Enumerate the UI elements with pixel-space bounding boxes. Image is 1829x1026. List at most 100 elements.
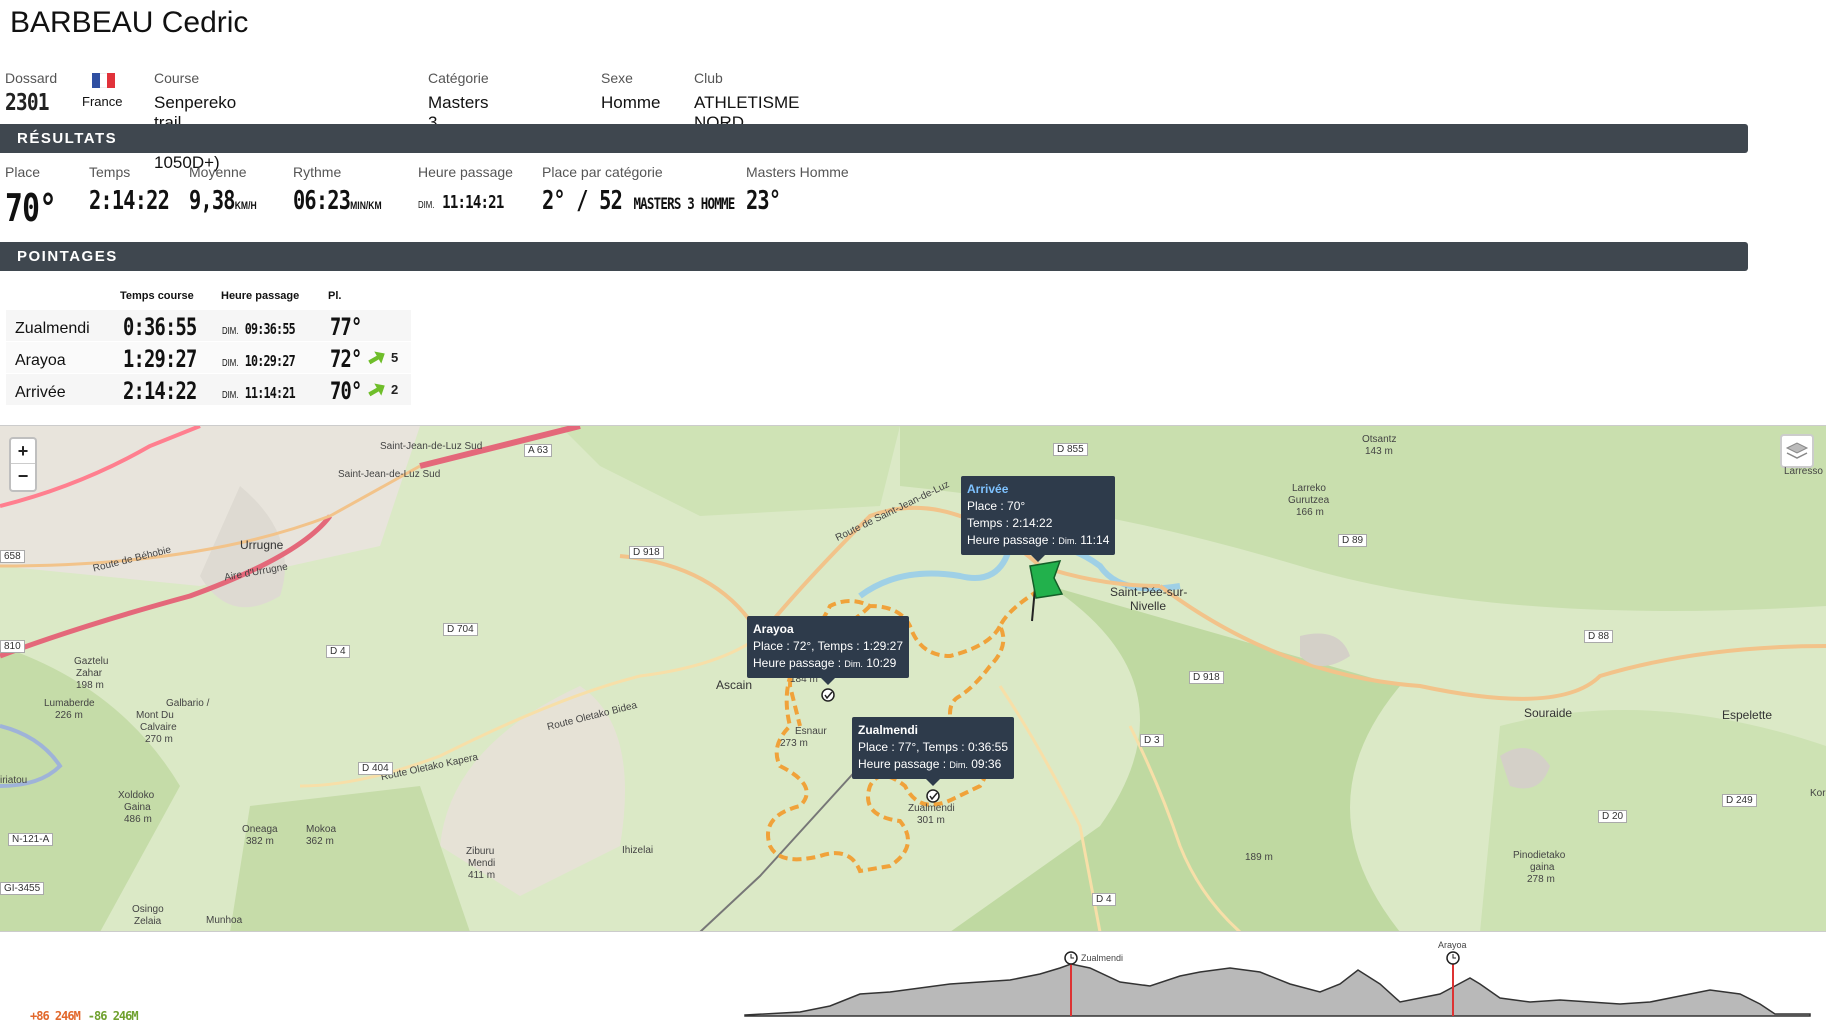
checkpoint-name: Arayoa <box>15 352 66 369</box>
table-row: Zualmendi 0:36:55 DIM. 09:36:55 77° <box>6 310 411 342</box>
map-label: 273 m <box>780 738 808 749</box>
club-label: Club <box>694 70 723 86</box>
tooltip-arrivee: Arrivée Place : 70° Temps : 2:14:22 Heur… <box>961 476 1116 562</box>
tooltip-heure: 11:14 <box>1076 533 1110 547</box>
map-label: Nivelle <box>1130 599 1167 613</box>
rythme-block: Rythme 06:23MIN/KM <box>293 164 407 216</box>
map-label: Calvaire <box>140 722 177 733</box>
profile-checkpoint-label: Arayoa <box>1438 940 1467 950</box>
placecat-suffix: MASTERS 3 HOMME <box>633 194 735 213</box>
athlete-name: BARBEAU Cedric <box>10 6 249 39</box>
resultats-title: RÉSULTATS <box>17 130 118 147</box>
tooltip-day: Dim. <box>1058 536 1077 546</box>
road-tag: D 918 <box>629 546 664 559</box>
map-label: 189 m <box>1245 852 1273 863</box>
map-label: Ziburu <box>466 846 495 857</box>
checkpoint-place: 70° <box>330 377 362 405</box>
profile-checkpoint-label: Zualmendi <box>1081 953 1124 963</box>
road-tag: D 918 <box>1189 671 1224 684</box>
map-label: Esnaur <box>795 726 827 737</box>
course-block: Course Senpereko trail (21.5km 1050D+) <box>154 70 236 173</box>
place-value: 70° <box>5 186 57 230</box>
placecat-value: 2° / 52 <box>542 186 623 216</box>
heure-day: DIM. <box>418 200 435 211</box>
map-label: Mendi <box>468 858 496 869</box>
map-label: 143 m <box>1365 446 1393 457</box>
tooltip-title: Zualmendi <box>858 723 919 737</box>
table-row: Arayoa 1:29:27 DIM. 10:29:27 72° 5 <box>6 342 411 374</box>
arrow-up-icon <box>366 379 389 400</box>
gain-value: 2 <box>391 382 399 397</box>
checkpoint-name: Zualmendi <box>15 320 90 337</box>
layers-button[interactable] <box>1780 434 1814 468</box>
map-label: Osingo <box>132 904 164 915</box>
elevation-gain: +86 246M <box>30 1009 81 1023</box>
road-tag: N-121-A <box>8 833 54 846</box>
map-label: 486 m <box>124 814 152 825</box>
road-tag: D 4 <box>326 645 350 658</box>
checkpoint-place: 77° <box>330 313 362 341</box>
zoom-out-button[interactable]: − <box>11 464 35 489</box>
map-label: Gurutzea <box>1288 495 1330 506</box>
road-tag: 810 <box>0 640 25 653</box>
gain-value: 5 <box>391 350 399 365</box>
zoom-in-button[interactable]: + <box>11 439 35 464</box>
country-label: France <box>82 94 123 109</box>
map-label: Souraide <box>1524 706 1573 720</box>
map-label: Zahar <box>76 668 103 679</box>
zoom-control: + − <box>9 437 37 492</box>
place-label: Place <box>5 164 41 180</box>
tooltip-place: Place : 70° <box>967 499 1026 513</box>
temps-block: Temps 2:14:22 <box>89 164 192 216</box>
road-tag: D 4 <box>1092 893 1116 906</box>
map-label: iriatou <box>0 775 28 786</box>
pointages-col-place: Pl. <box>328 290 342 302</box>
elevation-chart <box>744 951 1811 1017</box>
moyenne-value: 9,38 <box>189 186 236 216</box>
pointages-col-temps: Temps course <box>120 290 194 302</box>
map-label: Lumaberde <box>44 698 95 709</box>
map-label: Saint-Jean-de-Luz Sud <box>338 469 441 480</box>
road-tag: D 249 <box>1722 794 1757 807</box>
sexe-label: Sexe <box>601 70 633 86</box>
dossard-label: Dossard <box>5 70 58 86</box>
checkpoint-day: DIM. <box>222 326 239 337</box>
tooltip-place: Place : 77°, Temps : 0:36:55 <box>858 740 1008 754</box>
map-label: Gaina <box>124 802 151 813</box>
map-label: Mont Du <box>136 710 174 721</box>
checkpoint-heure: 09:36:55 <box>244 320 296 338</box>
road-tag: D 404 <box>358 762 393 775</box>
layers-icon <box>1785 442 1809 459</box>
pointages-col-heure: Heure passage <box>221 290 300 302</box>
map-label: Zelaia <box>134 916 162 927</box>
road-tag: D 855 <box>1053 443 1088 456</box>
map-label: 411 m <box>468 870 496 881</box>
tooltip-day: Dim. <box>949 760 968 770</box>
masters-block: Masters Homme 23° <box>746 164 849 216</box>
map-label: 278 m <box>1527 874 1555 885</box>
heure-value: 11:14:21 <box>442 192 504 213</box>
map-label: Urrugne <box>240 538 284 552</box>
road-tag: D 89 <box>1338 534 1368 547</box>
road-tag: A 63 <box>524 444 553 457</box>
country-block: France <box>82 70 122 109</box>
tooltip-temps: Temps : 2:14:22 <box>967 516 1053 530</box>
checkpoint-day: DIM. <box>222 390 239 401</box>
tooltip-arayoa: Arayoa Place : 72°, Temps : 1:29:27 Heur… <box>747 616 909 685</box>
map-label: Larreko <box>1292 483 1326 494</box>
map-label: 226 m <box>55 710 83 721</box>
map-label: Mokoa <box>306 824 337 835</box>
checkpoint-name: Arrivée <box>15 384 66 401</box>
map-label: Galbario / <box>166 698 210 709</box>
tooltip-title: Arayoa <box>753 622 794 636</box>
map-label: 301 m <box>917 815 945 826</box>
resultats-section-header: RÉSULTATS <box>0 124 1748 153</box>
masters-label: Masters Homme <box>746 164 849 180</box>
map-label: Ascain <box>716 678 753 692</box>
pointages-title: POINTAGES <box>17 248 118 265</box>
tooltip-heure: 09:36 <box>967 757 1002 771</box>
map-label: Gaztelu <box>74 656 109 667</box>
map-label: Larresso <box>1784 466 1823 477</box>
elevation-profile: Zualmendi Arayoa +86 246M -86 246M <box>0 931 1826 1026</box>
course-map[interactable]: + − Urrugne Ascain Saint-Pée-sur- Nivell… <box>0 425 1826 931</box>
